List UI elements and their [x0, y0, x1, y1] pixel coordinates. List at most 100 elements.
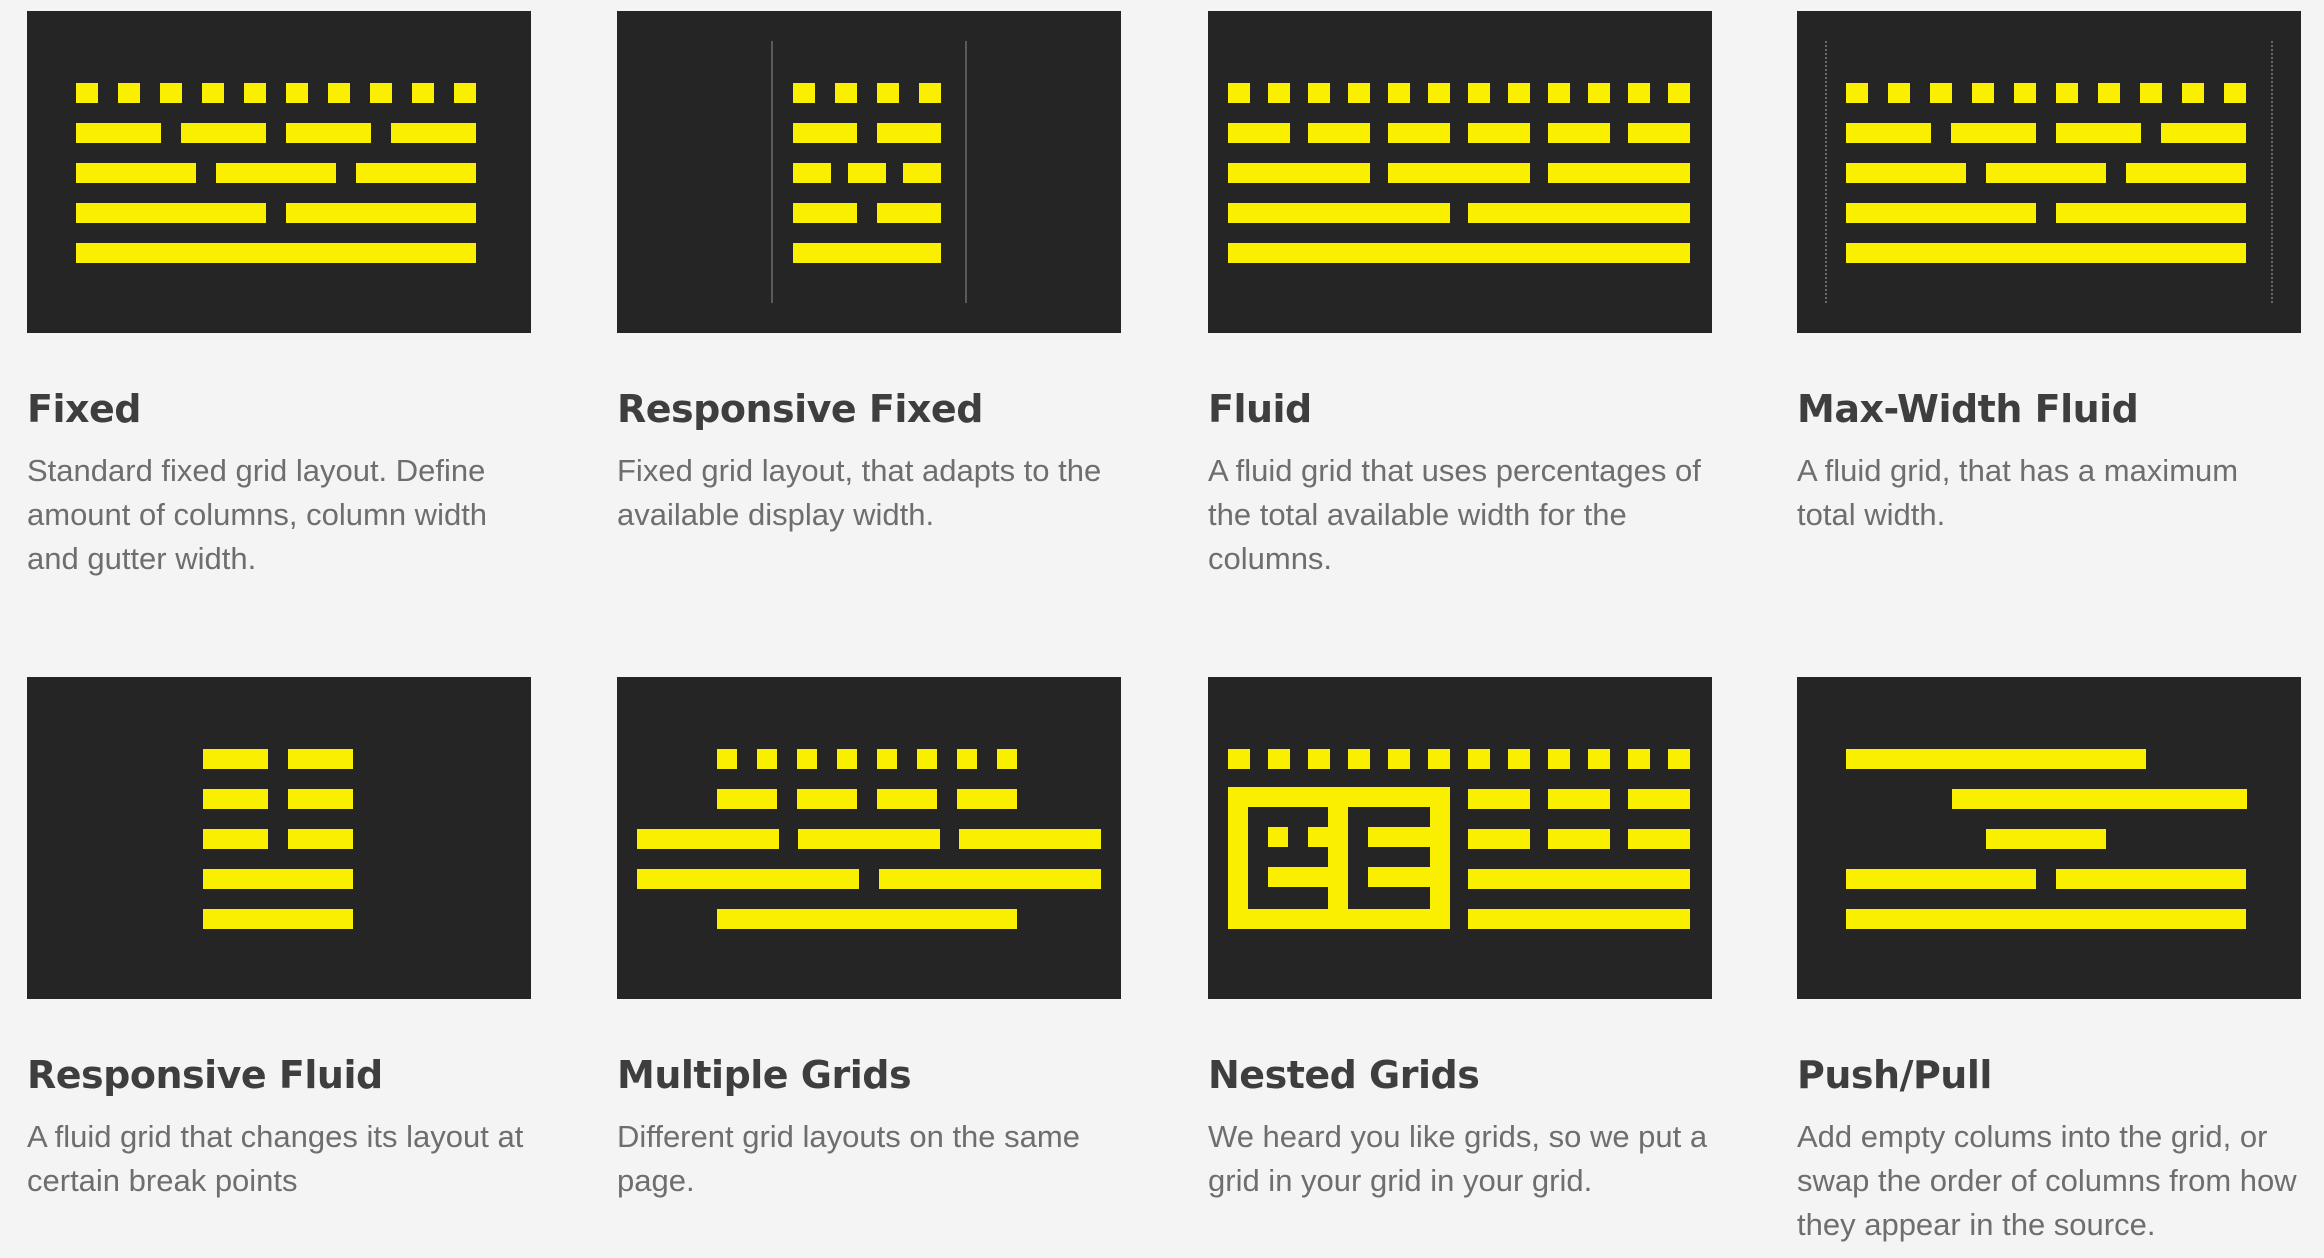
grid-column-block	[1268, 827, 1288, 847]
grid-column-block	[793, 123, 857, 143]
grid-column-block	[1268, 867, 1328, 887]
fixed-grid-illustration	[27, 11, 531, 333]
grid-column-block	[2014, 83, 2036, 103]
card-description: A fluid grid that uses percentages of th…	[1208, 453, 1701, 576]
card-description: A fluid grid, that has a maximum total w…	[1797, 453, 2239, 532]
grid-card-fluid[interactable]: Fluid A fluid grid that uses percentages…	[1208, 11, 1712, 581]
responsive-fluid-grid-illustration	[27, 677, 531, 999]
max-width-fluid-grid-illustration	[1797, 11, 2301, 333]
grid-card-responsive-fluid[interactable]: Responsive Fluid A fluid grid that chang…	[27, 677, 531, 1203]
grid-column-block	[286, 83, 308, 103]
grid-column-block	[1846, 909, 2246, 929]
push-pull-grid-illustration	[1797, 677, 2301, 999]
grid-column-block	[637, 829, 779, 849]
grid-column-block	[1468, 829, 1530, 849]
grid-column-block	[2056, 83, 2078, 103]
container-edge-line	[1825, 41, 1827, 303]
grid-column-block	[1468, 83, 1490, 103]
grid-column-block	[917, 749, 937, 769]
grid-column-block	[959, 829, 1101, 849]
grid-column-block	[1228, 749, 1250, 769]
card-description: Different grid layouts on the same page.	[617, 1119, 1080, 1198]
grid-column-block	[1888, 83, 1910, 103]
grid-column-block	[203, 749, 268, 769]
grid-column-block	[1228, 83, 1250, 103]
grid-column-block	[793, 163, 831, 183]
card-description: Fixed grid layout, that adapts to the av…	[617, 453, 1102, 532]
grid-column-block	[76, 243, 476, 263]
grid-column-block	[835, 83, 857, 103]
grid-column-block	[1951, 123, 2036, 143]
card-title: Nested Grids	[1208, 1053, 1480, 1097]
grid-column-block	[1846, 203, 2036, 223]
grid-column-block	[1468, 789, 1530, 809]
grid-column-block	[877, 203, 941, 223]
grid-column-block	[1348, 83, 1370, 103]
grid-column-block	[288, 829, 353, 849]
grid-column-block	[2056, 203, 2246, 223]
grid-column-block	[793, 83, 815, 103]
grid-column-block	[203, 829, 268, 849]
grid-column-block	[997, 749, 1017, 769]
grid-column-block	[798, 829, 940, 849]
grid-column-block	[1548, 163, 1690, 183]
grid-column-block	[1228, 203, 1450, 223]
grid-column-block	[1430, 787, 1450, 929]
grid-column-block	[957, 749, 977, 769]
grid-column-block	[1308, 123, 1370, 143]
nested-grids-illustration	[1208, 677, 1712, 999]
grid-column-block	[202, 83, 224, 103]
grid-column-block	[1548, 829, 1610, 849]
grid-column-block	[877, 83, 899, 103]
grid-column-block	[637, 869, 859, 889]
grid-card-max-width-fluid[interactable]: Max-Width Fluid A fluid grid, that has a…	[1797, 11, 2301, 537]
grid-column-block	[1548, 749, 1570, 769]
grid-column-block	[181, 123, 266, 143]
grid-card-multiple-grids[interactable]: Multiple Grids Different grid layouts on…	[617, 677, 1121, 1203]
grid-column-block	[2098, 83, 2120, 103]
grid-column-block	[288, 749, 353, 769]
grid-column-block	[1508, 749, 1530, 769]
grid-column-block	[76, 123, 161, 143]
card-description: Standard fixed grid layout. Define amoun…	[27, 453, 488, 576]
grid-column-block	[2161, 123, 2246, 143]
grid-column-block	[328, 83, 350, 103]
grid-card-responsive-fixed[interactable]: Responsive Fixed Fixed grid layout, that…	[617, 11, 1121, 537]
grid-column-block	[1628, 83, 1650, 103]
grid-column-block	[1972, 83, 1994, 103]
grid-column-block	[76, 203, 266, 223]
multiple-grids-illustration	[617, 677, 1121, 999]
grid-column-block	[1846, 869, 2036, 889]
grid-column-block	[1308, 827, 1328, 847]
grid-card-nested-grids[interactable]: Nested Grids We heard you like grids, so…	[1208, 677, 1712, 1203]
grid-column-block	[1428, 83, 1450, 103]
grid-column-block	[1986, 163, 2106, 183]
card-description: We heard you like grids, so we put a gri…	[1208, 1119, 1708, 1198]
grid-column-block	[1368, 867, 1430, 887]
grid-column-block	[1628, 749, 1650, 769]
grid-column-block	[1668, 749, 1690, 769]
grid-column-block	[1986, 829, 2106, 849]
grid-column-block	[244, 83, 266, 103]
grid-card-fixed[interactable]: Fixed Standard fixed grid layout. Define…	[27, 11, 531, 581]
grid-column-block	[1348, 749, 1370, 769]
grid-column-block	[717, 749, 737, 769]
grid-column-block	[717, 909, 1017, 929]
grid-column-block	[1548, 789, 1610, 809]
grid-column-block	[1846, 83, 1868, 103]
grid-column-block	[1588, 83, 1610, 103]
grid-column-block	[1268, 83, 1290, 103]
grid-column-block	[1548, 123, 1610, 143]
grid-column-block	[1628, 123, 1690, 143]
grid-card-push-pull[interactable]: Push/Pull Add empty colums into the grid…	[1797, 677, 2301, 1247]
grid-column-block	[1388, 83, 1410, 103]
grid-column-block	[1846, 749, 2146, 769]
container-edge-line	[965, 41, 967, 303]
grid-column-block	[1628, 789, 1690, 809]
grid-column-block	[903, 163, 941, 183]
card-description: A fluid grid that changes its layout at …	[27, 1119, 524, 1198]
grid-column-block	[1952, 789, 2247, 809]
grid-column-block	[1228, 787, 1248, 929]
grid-column-block	[1548, 83, 1570, 103]
grid-column-block	[957, 789, 1017, 809]
